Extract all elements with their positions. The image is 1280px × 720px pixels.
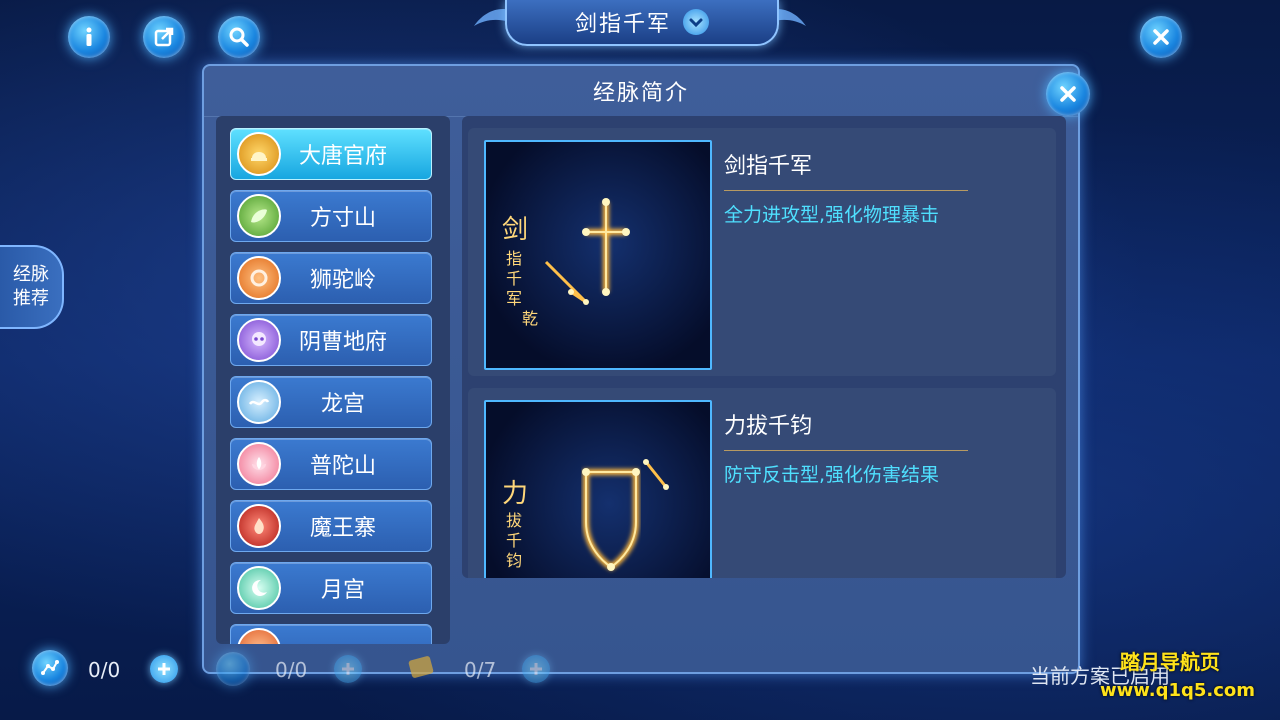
sect-label: 方寸山 [309, 206, 376, 231]
watermark-url: www.q1q5.com [1100, 680, 1256, 701]
sect-item-datang[interactable]: 大唐官府 [230, 128, 432, 180]
sword-constellation-icon: 剑 指 千 军 乾 [502, 198, 630, 328]
constellation-stat-icon [32, 650, 68, 686]
chevron-down-icon [689, 18, 703, 28]
skull-icon [237, 318, 281, 362]
art-glyph: 乾 [522, 309, 538, 328]
path-art-liba: 力 拔 千 钧 [484, 400, 712, 578]
panel-close-button[interactable] [1046, 72, 1090, 116]
watermark-title: 踏月导航页 [1120, 650, 1220, 674]
stat-points-2: 0/0 [275, 658, 308, 682]
flame-icon [237, 504, 281, 548]
sect-list[interactable]: 大唐官府 方寸山 狮驼岭 阴曹地府 龙宫 普陀山 魔王寨 月宫 [216, 116, 450, 644]
sect-label: 月宫 [320, 578, 365, 603]
info-icon [86, 27, 92, 46]
art-glyph: 力 [502, 479, 528, 509]
art-glyph: 指 [506, 249, 522, 268]
helmet-icon [237, 132, 281, 176]
stat-points-1: 0/0 [88, 658, 121, 682]
scheme-title: 剑指千军 [574, 12, 671, 37]
sect-label: 龙宫 [320, 392, 365, 417]
sect-item-shituo[interactable]: 狮驼岭 [230, 252, 432, 304]
sect-label: 普陀山 [309, 454, 376, 479]
close-icon [1060, 86, 1076, 102]
banner-ornament-left [474, 8, 510, 26]
path-description: 全力进攻型,强化物理暴击 [724, 204, 940, 226]
add-point-button-2[interactable] [334, 655, 362, 683]
lotus-icon [237, 442, 281, 486]
info-button[interactable] [68, 16, 110, 58]
partial-icon [237, 628, 281, 644]
sect-label: 阴曹地府 [298, 330, 387, 355]
sect-item-fangcun[interactable]: 方寸山 [230, 190, 432, 242]
scheme-selector[interactable]: 剑指千军 [505, 0, 779, 46]
sect-item-yuegong[interactable]: 月宫 [230, 562, 432, 614]
add-point-button-1[interactable] [150, 655, 178, 683]
path-art-jianzhi: 剑 指 千 军 乾 [484, 140, 712, 370]
sect-label: 魔王寨 [309, 516, 376, 541]
sect-item-putuo[interactable]: 普陀山 [230, 438, 432, 490]
meridian-intro-panel: 经脉简介 大唐官府 方寸山 狮驼岭 阴曹地府 龙宫 普陀山 魔王寨 月宫 剑 指… [202, 64, 1090, 674]
dropdown-button[interactable] [683, 9, 709, 35]
plus-icon [342, 663, 354, 675]
path-card-liba[interactable]: 力 拔 千 钧 力拔千钧 防守反击型,强化伤害结果 [468, 388, 1056, 578]
star-map-icon [41, 660, 59, 675]
path-name: 剑指千军 [724, 148, 968, 191]
recommend-tab-line1: 经脉 [13, 264, 49, 285]
plus-icon [158, 663, 170, 675]
art-glyph: 钧 [506, 551, 522, 570]
panel-title: 经脉简介 [204, 66, 1078, 117]
share-icon [154, 27, 174, 47]
plus-icon [530, 663, 542, 675]
leaf-icon [237, 194, 281, 238]
recommend-tab-line2: 推荐 [13, 288, 49, 309]
path-description: 防守反击型,强化伤害结果 [724, 464, 940, 486]
add-point-button-3[interactable] [522, 655, 550, 683]
moon-icon [237, 566, 281, 610]
meridian-path-list[interactable]: 剑 指 千 军 乾 剑指千军 全力进攻型,强化物理暴击 力 拔 千 钧 力拔千钧… [462, 116, 1066, 578]
path-card-jianzhi[interactable]: 剑 指 千 军 乾 剑指千军 全力进攻型,强化物理暴击 [468, 128, 1056, 376]
sect-label: 大唐官府 [298, 144, 387, 169]
scroll-stat-icon [404, 650, 438, 684]
sect-item-mowang[interactable]: 魔王寨 [230, 500, 432, 552]
art-glyph: 千 [506, 531, 522, 550]
share-button[interactable] [143, 16, 185, 58]
art-glyph: 拔 [506, 511, 522, 530]
sect-label: 狮驼岭 [309, 268, 376, 293]
art-glyph: 剑 [502, 215, 528, 245]
moon-stat-icon [216, 652, 250, 686]
search-button[interactable] [218, 16, 260, 58]
sect-item-longgong[interactable]: 龙宫 [230, 376, 432, 428]
close-icon [1153, 29, 1169, 45]
search-icon [229, 27, 249, 47]
sect-item-yincao[interactable]: 阴曹地府 [230, 314, 432, 366]
art-glyph: 千 [506, 269, 522, 288]
close-window-button[interactable] [1140, 16, 1182, 58]
art-glyph: 军 [506, 289, 522, 308]
shield-constellation-icon: 力 拔 千 钧 [502, 459, 669, 571]
lion-icon [237, 256, 281, 300]
sect-item-partial[interactable] [230, 624, 432, 644]
wave-icon [237, 380, 281, 424]
stat-points-3: 0/7 [464, 658, 497, 682]
path-name: 力拔千钧 [724, 408, 968, 451]
recommend-tab[interactable]: 经脉 推荐 [0, 245, 64, 329]
